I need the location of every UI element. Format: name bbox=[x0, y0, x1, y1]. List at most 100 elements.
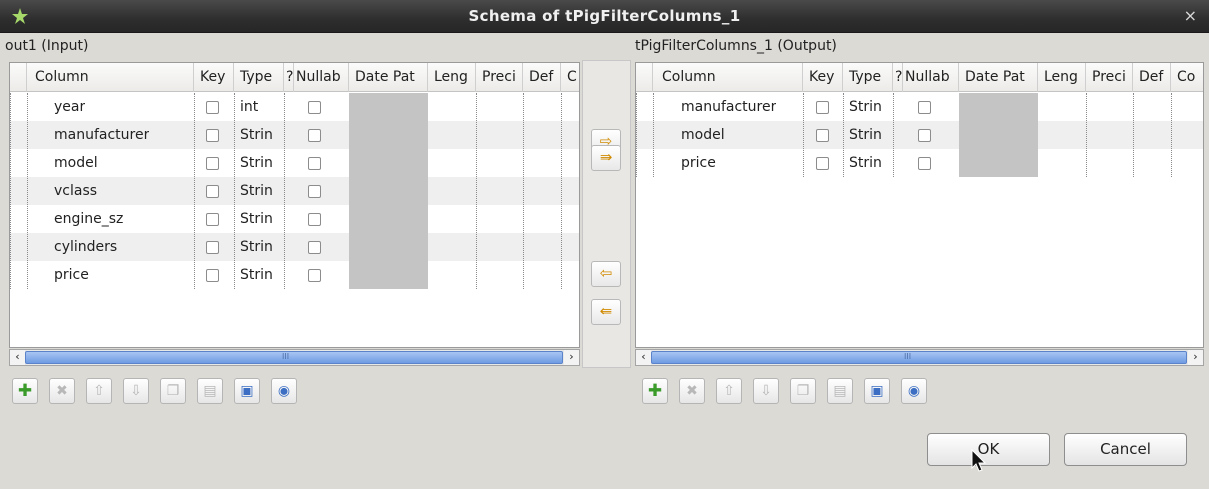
header-default[interactable]: Def bbox=[523, 63, 561, 92]
table-row[interactable]: price Strin bbox=[636, 149, 1203, 177]
move-up-button[interactable]: ⇧ bbox=[716, 378, 742, 404]
scroll-right-arrow[interactable]: › bbox=[564, 350, 579, 365]
cell-column[interactable]: cylinders bbox=[54, 233, 117, 261]
cell-column[interactable]: engine_sz bbox=[54, 205, 123, 233]
header-nullable[interactable]: Nullab bbox=[903, 63, 959, 92]
key-checkbox[interactable] bbox=[206, 213, 219, 226]
header-column[interactable]: Column bbox=[653, 63, 803, 92]
table-row[interactable]: manufacturer Strin bbox=[636, 93, 1203, 121]
header-date-pattern[interactable]: Date Pat bbox=[959, 63, 1038, 92]
table-row[interactable]: year int bbox=[10, 93, 579, 121]
header-comment[interactable]: Co bbox=[1171, 63, 1203, 92]
header-nullable[interactable]: Nullab bbox=[294, 63, 349, 92]
cell-type[interactable]: Strin bbox=[240, 149, 273, 177]
cell-column[interactable]: manufacturer bbox=[681, 93, 776, 121]
move-down-button[interactable]: ⇩ bbox=[753, 378, 779, 404]
scroll-thumb[interactable] bbox=[25, 351, 563, 364]
key-checkbox[interactable] bbox=[206, 157, 219, 170]
add-row-button[interactable]: ✚ bbox=[12, 378, 38, 404]
header-length[interactable]: Leng bbox=[1038, 63, 1086, 92]
copy-button[interactable]: ❐ bbox=[160, 378, 186, 404]
nullable-checkbox[interactable] bbox=[308, 101, 321, 114]
cell-type[interactable]: int bbox=[240, 93, 258, 121]
export-schema-button[interactable]: ◉ bbox=[271, 378, 297, 404]
header-column[interactable]: Column bbox=[27, 63, 194, 92]
table-row[interactable]: vclass Strin bbox=[10, 177, 579, 205]
nullable-checkbox[interactable] bbox=[308, 157, 321, 170]
close-icon[interactable]: × bbox=[1184, 6, 1197, 25]
cell-type[interactable]: Strin bbox=[240, 177, 273, 205]
key-checkbox[interactable] bbox=[206, 185, 219, 198]
cell-type[interactable]: Strin bbox=[240, 121, 273, 149]
table-row[interactable]: price Strin bbox=[10, 261, 579, 289]
header-key[interactable]: Key bbox=[194, 63, 234, 92]
table-row[interactable]: model Strin bbox=[636, 121, 1203, 149]
header-key[interactable]: Key bbox=[803, 63, 843, 92]
input-horizontal-scrollbar[interactable]: ‹ III › bbox=[9, 349, 580, 366]
copy-button[interactable]: ❐ bbox=[790, 378, 816, 404]
import-schema-button[interactable]: ▣ bbox=[864, 378, 890, 404]
cell-column[interactable]: year bbox=[54, 93, 85, 121]
key-checkbox[interactable] bbox=[816, 129, 829, 142]
key-checkbox[interactable] bbox=[206, 269, 219, 282]
paste-button[interactable]: ▤ bbox=[827, 378, 853, 404]
cell-type[interactable]: Strin bbox=[240, 205, 273, 233]
header-date-pattern[interactable]: Date Pat bbox=[349, 63, 428, 92]
output-schema-table[interactable]: Column Key Type ? Nullab Date Pat Leng P… bbox=[635, 62, 1204, 348]
copy-all-to-input-button[interactable]: ⇚ bbox=[591, 299, 621, 325]
nullable-checkbox[interactable] bbox=[308, 269, 321, 282]
header-precision[interactable]: Preci bbox=[1086, 63, 1133, 92]
scroll-right-arrow[interactable]: › bbox=[1188, 350, 1203, 365]
cell-column[interactable]: manufacturer bbox=[54, 121, 149, 149]
scroll-left-arrow[interactable]: ‹ bbox=[636, 350, 651, 365]
cell-column[interactable]: model bbox=[681, 121, 725, 149]
cell-type[interactable]: Strin bbox=[849, 93, 882, 121]
copy-selected-to-input-button[interactable]: ⇦ bbox=[591, 261, 621, 287]
ok-button[interactable]: OK bbox=[927, 433, 1050, 466]
table-row[interactable]: model Strin bbox=[10, 149, 579, 177]
nullable-checkbox[interactable] bbox=[308, 241, 321, 254]
add-row-button[interactable]: ✚ bbox=[642, 378, 668, 404]
nullable-checkbox[interactable] bbox=[308, 213, 321, 226]
cell-type[interactable]: Strin bbox=[240, 233, 273, 261]
move-up-button[interactable]: ⇧ bbox=[86, 378, 112, 404]
input-schema-table[interactable]: Column Key Type ? Nullab Date Pat Leng P… bbox=[9, 62, 580, 348]
remove-row-button[interactable]: ✖ bbox=[49, 378, 75, 404]
header-comment[interactable]: C bbox=[561, 63, 579, 92]
header-default[interactable]: Def bbox=[1133, 63, 1171, 92]
key-checkbox[interactable] bbox=[206, 101, 219, 114]
header-type[interactable]: Type bbox=[234, 63, 284, 92]
nullable-checkbox[interactable] bbox=[918, 157, 931, 170]
header-type[interactable]: Type bbox=[843, 63, 893, 92]
nullable-checkbox[interactable] bbox=[308, 185, 321, 198]
output-horizontal-scrollbar[interactable]: ‹ III › bbox=[635, 349, 1204, 366]
cancel-button[interactable]: Cancel bbox=[1064, 433, 1187, 466]
cell-column[interactable]: vclass bbox=[54, 177, 97, 205]
key-checkbox[interactable] bbox=[206, 129, 219, 142]
remove-row-button[interactable]: ✖ bbox=[679, 378, 705, 404]
table-row[interactable]: engine_sz Strin bbox=[10, 205, 579, 233]
scroll-thumb[interactable] bbox=[651, 351, 1187, 364]
nullable-checkbox[interactable] bbox=[918, 101, 931, 114]
key-checkbox[interactable] bbox=[816, 101, 829, 114]
cell-type[interactable]: Strin bbox=[849, 149, 882, 177]
header-q[interactable]: ? bbox=[284, 63, 294, 92]
nullable-checkbox[interactable] bbox=[308, 129, 321, 142]
header-length[interactable]: Leng bbox=[428, 63, 476, 92]
cell-column[interactable]: price bbox=[54, 261, 89, 289]
header-q[interactable]: ? bbox=[893, 63, 903, 92]
export-schema-button[interactable]: ◉ bbox=[901, 378, 927, 404]
cell-type[interactable]: Strin bbox=[849, 121, 882, 149]
header-precision[interactable]: Preci bbox=[476, 63, 523, 92]
table-row[interactable]: manufacturer Strin bbox=[10, 121, 579, 149]
key-checkbox[interactable] bbox=[816, 157, 829, 170]
copy-all-to-output-button[interactable]: ⇛ bbox=[591, 145, 621, 171]
nullable-checkbox[interactable] bbox=[918, 129, 931, 142]
cell-type[interactable]: Strin bbox=[240, 261, 273, 289]
cell-column[interactable]: model bbox=[54, 149, 98, 177]
import-schema-button[interactable]: ▣ bbox=[234, 378, 260, 404]
move-down-button[interactable]: ⇩ bbox=[123, 378, 149, 404]
key-checkbox[interactable] bbox=[206, 241, 219, 254]
paste-button[interactable]: ▤ bbox=[197, 378, 223, 404]
cell-column[interactable]: price bbox=[681, 149, 716, 177]
